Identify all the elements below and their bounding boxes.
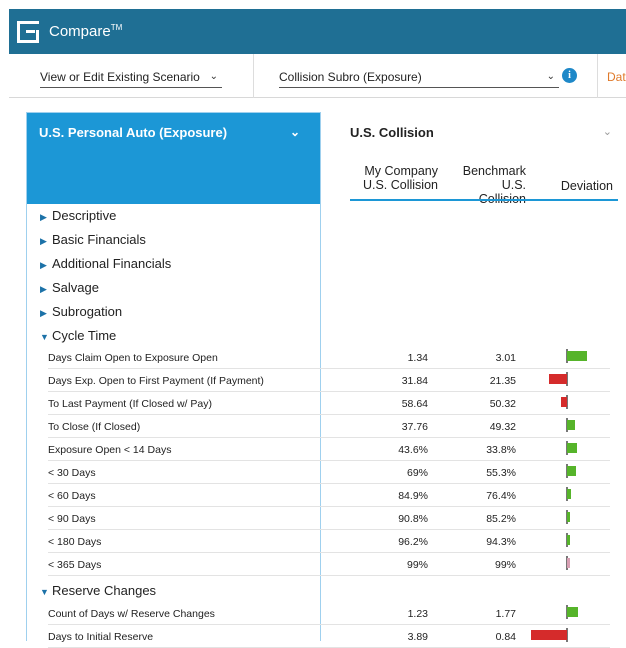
divider <box>597 54 598 98</box>
my-company-value: 37.76 <box>401 421 428 433</box>
category-basic-financials[interactable]: ▶ Basic Financials <box>40 232 146 247</box>
scenario-toolbar: View or Edit Existing Scenario ⌄ Collisi… <box>9 54 626 98</box>
chevron-down-icon[interactable]: ⌄ <box>603 125 612 138</box>
my-company-value: 31.84 <box>401 375 428 387</box>
my-company-value: 1.34 <box>407 352 428 364</box>
category-additional-financials[interactable]: ▶ Additional Financials <box>40 256 171 271</box>
chevron-down-icon: ⌄ <box>209 71 218 82</box>
metric-label: Count of Days w/ Reserve Changes <box>48 608 215 620</box>
deviation-bar <box>567 607 578 617</box>
metric-label: To Close (If Closed) <box>48 421 141 433</box>
metric-label: < 90 Days <box>48 513 96 525</box>
table-row: Exposure Open < 14 Days 43.6% 33.8% <box>48 438 610 461</box>
caret-down-icon: ▼ <box>40 332 49 342</box>
metric-label: < 30 Days <box>48 467 96 479</box>
benchmark-value: 50.32 <box>489 398 516 410</box>
report-dropdown-label: Collision Subro (Exposure) <box>279 69 422 84</box>
right-panel-title: U.S. Collision <box>350 125 434 140</box>
left-panel-header[interactable]: U.S. Personal Auto (Exposure) ⌄ <box>27 113 320 204</box>
metric-label: Exposure Open < 14 Days <box>48 444 172 456</box>
chevron-down-icon[interactable]: ⌄ <box>290 125 300 139</box>
benchmark-value: 0.84 <box>495 631 516 643</box>
divider <box>253 54 254 98</box>
deviation-bar <box>567 489 571 499</box>
benchmark-value: 49.32 <box>489 421 516 433</box>
category-reserve-changes[interactable]: ▼ Reserve Changes <box>40 583 156 598</box>
scenario-dropdown-label: View or Edit Existing Scenario <box>40 69 200 84</box>
caret-down-icon: ▼ <box>40 587 49 597</box>
deviation-bar <box>531 630 567 640</box>
benchmark-value: 55.3% <box>486 467 516 479</box>
app-header: CompareTM <box>9 9 626 54</box>
caret-right-icon: ▶ <box>40 236 47 246</box>
table-row: < 90 Days 90.8% 85.2% <box>48 507 610 530</box>
table-row: < 30 Days 69% 55.3% <box>48 461 610 484</box>
benchmark-value: 21.35 <box>489 375 516 387</box>
app-logo-icon <box>17 20 39 43</box>
benchmark-value: 99% <box>494 559 516 571</box>
metric-label: < 365 Days <box>48 559 102 571</box>
metric-label: To Last Payment (If Closed w/ Pay) <box>48 398 212 410</box>
deviation-bar <box>567 535 570 545</box>
my-company-value: 99% <box>406 559 428 571</box>
metric-label: Days to Initial Reserve <box>48 631 154 643</box>
table-row: < 180 Days 96.2% 94.3% <box>48 530 610 553</box>
table-row: Days Exp. Open to First Payment (If Paym… <box>48 369 610 392</box>
benchmark-value: 85.2% <box>486 513 516 525</box>
my-company-value: 43.6% <box>398 444 428 456</box>
table-row: Count of Days w/ Reserve Changes 1.23 1.77 <box>48 602 610 625</box>
deviation-bar <box>567 558 570 568</box>
app-title: CompareTM <box>49 23 123 40</box>
my-company-value: 96.2% <box>398 536 428 548</box>
my-company-value: 69% <box>406 467 428 479</box>
data-link[interactable]: Data <box>607 70 626 84</box>
metric-label: Days Exp. Open to First Payment (If Paym… <box>48 375 264 387</box>
table-row: Days Claim Open to Exposure Open 1.34 3.01 <box>48 346 610 369</box>
benchmark-value: 76.4% <box>486 490 516 502</box>
deviation-bar <box>567 443 578 453</box>
table-row: To Close (If Closed) 37.76 49.32 <box>48 415 610 438</box>
column-header-deviation: Deviation <box>560 179 613 193</box>
metric-label: Days Claim Open to Exposure Open <box>48 352 218 364</box>
deviation-bar <box>560 397 567 407</box>
benchmark-value: 3.01 <box>495 352 516 364</box>
benchmark-value: 33.8% <box>486 444 516 456</box>
table-row: < 365 Days 99% 99% <box>48 553 610 576</box>
table-row: To Last Payment (If Closed w/ Pay) 58.64 5… <box>48 392 610 415</box>
metric-label: < 60 Days <box>48 490 96 502</box>
metric-label: < 180 Days <box>48 536 102 548</box>
scenario-dropdown[interactable]: View or Edit Existing Scenario ⌄ <box>40 66 222 88</box>
deviation-bar <box>567 466 576 476</box>
my-company-value: 90.8% <box>398 513 428 525</box>
my-company-value: 58.64 <box>401 398 428 410</box>
category-subrogation[interactable]: ▶ Subrogation <box>40 304 122 319</box>
info-icon[interactable]: i <box>562 68 577 83</box>
deviation-bar <box>567 420 576 430</box>
column-header-underline <box>350 199 618 201</box>
column-header-my-company: My Company U.S. Collision <box>362 164 438 192</box>
my-company-value: 1.23 <box>407 608 428 620</box>
category-cycle-time[interactable]: ▼ Cycle Time <box>40 328 116 343</box>
chevron-down-icon: ⌄ <box>546 71 555 82</box>
table-row: < 60 Days 84.9% 76.4% <box>48 484 610 507</box>
caret-right-icon: ▶ <box>40 260 47 270</box>
my-company-value: 3.89 <box>407 631 428 643</box>
left-panel-title: U.S. Personal Auto (Exposure) <box>39 125 228 140</box>
benchmark-value: 94.3% <box>486 536 516 548</box>
caret-right-icon: ▶ <box>40 308 47 318</box>
my-company-value: 84.9% <box>398 490 428 502</box>
category-descriptive[interactable]: ▶ Descriptive <box>40 208 116 223</box>
table-row: Days to Initial Reserve 3.89 0.84 <box>48 625 610 648</box>
caret-right-icon: ▶ <box>40 212 47 222</box>
category-salvage[interactable]: ▶ Salvage <box>40 280 99 295</box>
report-dropdown[interactable]: Collision Subro (Exposure) ⌄ <box>279 66 559 88</box>
deviation-bar <box>567 512 570 522</box>
deviation-bar <box>549 374 567 384</box>
benchmark-value: 1.77 <box>495 608 516 620</box>
deviation-bar <box>567 351 587 361</box>
caret-right-icon: ▶ <box>40 284 47 294</box>
